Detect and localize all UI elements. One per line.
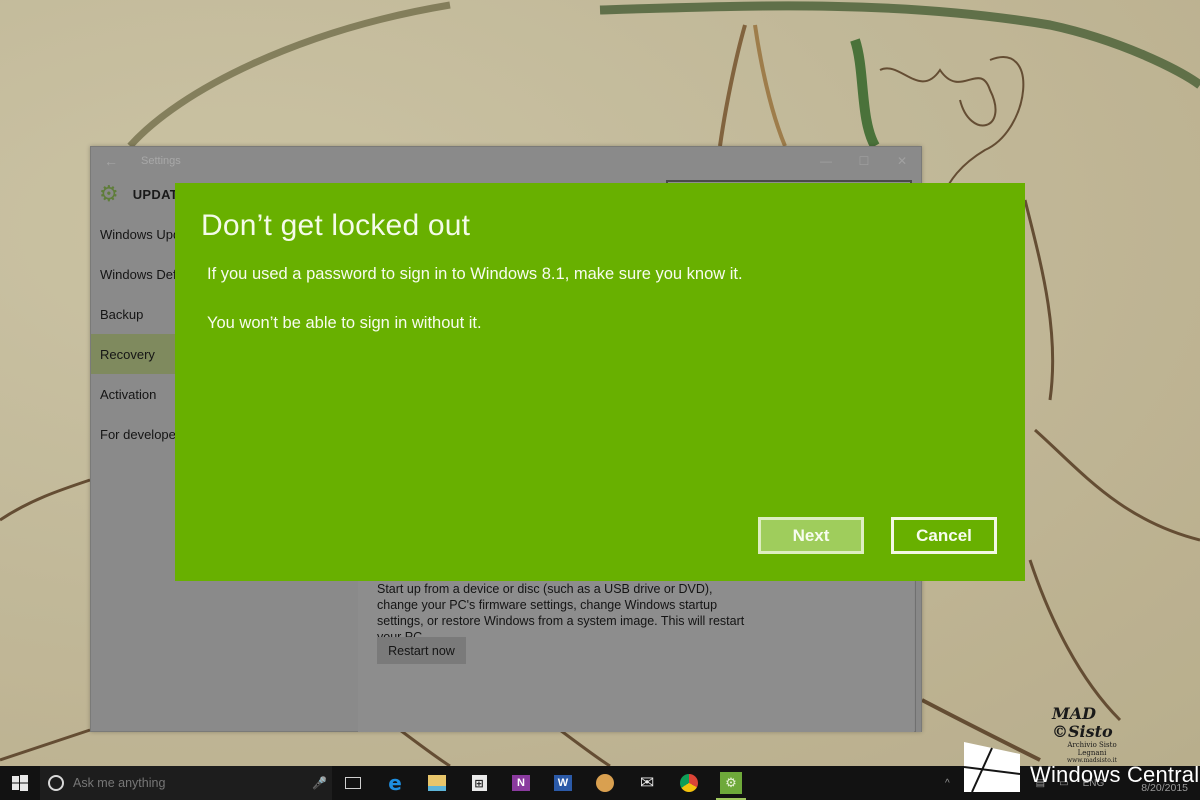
settings-taskbar-button[interactable]: ⚙ bbox=[710, 766, 752, 800]
microphone-icon[interactable]: 🎤 bbox=[312, 776, 332, 790]
locked-out-dialog: Don’t get locked out If you used a passw… bbox=[175, 183, 1025, 581]
advanced-startup-section: Start up from a device or disc (such as … bbox=[358, 577, 914, 732]
task-view-button[interactable] bbox=[332, 766, 374, 800]
minimize-button[interactable]: — bbox=[807, 147, 845, 175]
restart-now-button[interactable]: Restart now bbox=[377, 637, 466, 664]
cortana-search-input[interactable]: Ask me anything 🎤 bbox=[40, 766, 332, 800]
paint-palette-icon bbox=[596, 774, 614, 792]
brand-text: Windows Central bbox=[1030, 762, 1200, 787]
chrome-icon bbox=[680, 774, 698, 792]
title-bar: ← Settings — ☐ ✕ bbox=[91, 147, 921, 175]
content-scrollbar[interactable] bbox=[915, 577, 921, 732]
onenote-icon: N bbox=[512, 775, 530, 791]
next-button[interactable]: Next bbox=[758, 517, 864, 554]
word-button[interactable]: W bbox=[542, 766, 584, 800]
mail-icon: ✉ bbox=[639, 773, 655, 792]
back-arrow-icon[interactable]: ← bbox=[91, 153, 131, 169]
window-controls: — ☐ ✕ bbox=[807, 147, 921, 175]
signature-mark: MAD ©Sisto bbox=[1052, 704, 1113, 741]
paint-button[interactable] bbox=[584, 766, 626, 800]
windows-central-watermark: Windows Central bbox=[964, 740, 1199, 792]
windows-logo-icon bbox=[12, 775, 28, 791]
cortana-icon bbox=[48, 775, 64, 791]
sidebar-item-label: Activation bbox=[100, 386, 157, 402]
file-explorer-button[interactable] bbox=[416, 766, 458, 800]
edge-button[interactable]: e bbox=[374, 766, 416, 800]
search-placeholder: Ask me anything bbox=[73, 776, 166, 790]
sidebar-item-label: For developers bbox=[100, 426, 187, 442]
sidebar-item-label: Recovery bbox=[100, 346, 155, 362]
window-title: Settings bbox=[141, 155, 181, 167]
show-hidden-icons-chevron[interactable]: ^ bbox=[945, 778, 950, 789]
maximize-button[interactable]: ☐ bbox=[845, 147, 883, 175]
word-icon: W bbox=[554, 775, 572, 791]
close-button[interactable]: ✕ bbox=[883, 147, 921, 175]
dialog-message-password: If you used a password to sign in to Win… bbox=[207, 265, 743, 283]
folder-icon bbox=[428, 775, 446, 791]
windows-central-logo-icon bbox=[964, 742, 1020, 792]
advanced-startup-description: Start up from a device or disc (such as … bbox=[377, 582, 745, 644]
cancel-button[interactable]: Cancel bbox=[891, 517, 997, 554]
gear-icon: ⚙ bbox=[99, 181, 119, 206]
dialog-message-warning: You won’t be able to sign in without it. bbox=[207, 314, 482, 332]
store-icon: ⊞ bbox=[471, 775, 487, 791]
onenote-button[interactable]: N bbox=[500, 766, 542, 800]
task-view-icon bbox=[345, 777, 361, 789]
settings-gear-icon: ⚙ bbox=[720, 772, 742, 794]
dialog-title: Don’t get locked out bbox=[201, 209, 471, 242]
edge-icon: e bbox=[388, 771, 402, 795]
store-button[interactable]: ⊞ bbox=[458, 766, 500, 800]
chrome-button[interactable] bbox=[668, 766, 710, 800]
mail-button[interactable]: ✉ bbox=[626, 766, 668, 800]
start-button[interactable] bbox=[0, 766, 40, 800]
sidebar-item-label: Backup bbox=[100, 306, 144, 322]
